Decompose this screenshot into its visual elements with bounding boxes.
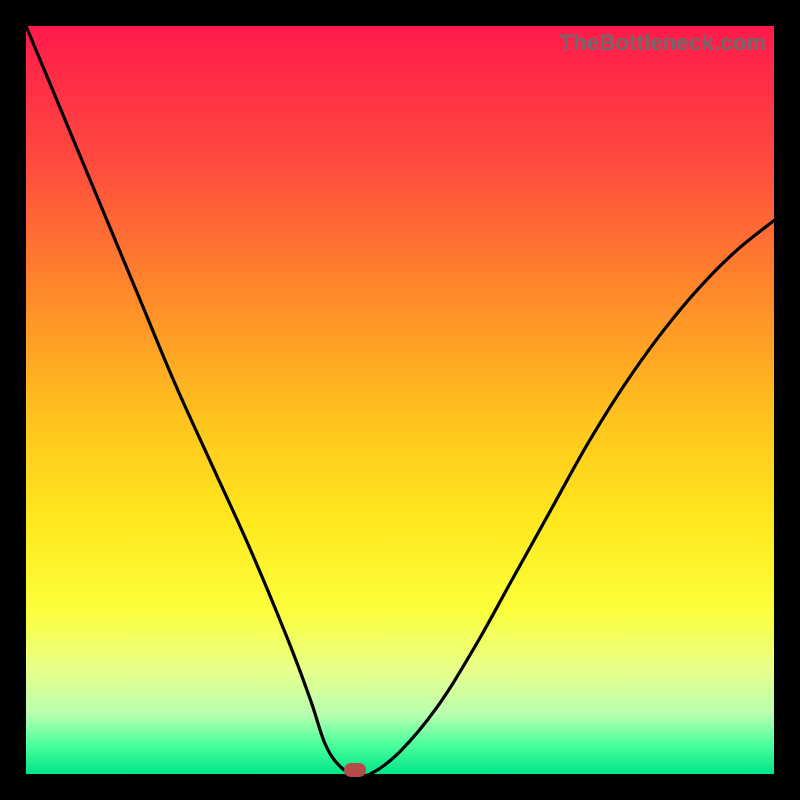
bottleneck-curve	[26, 26, 774, 774]
optimum-marker	[344, 763, 366, 777]
plot-area: TheBottleneck.com	[26, 26, 774, 774]
curve-path	[26, 26, 774, 774]
chart-frame: TheBottleneck.com	[0, 0, 800, 800]
